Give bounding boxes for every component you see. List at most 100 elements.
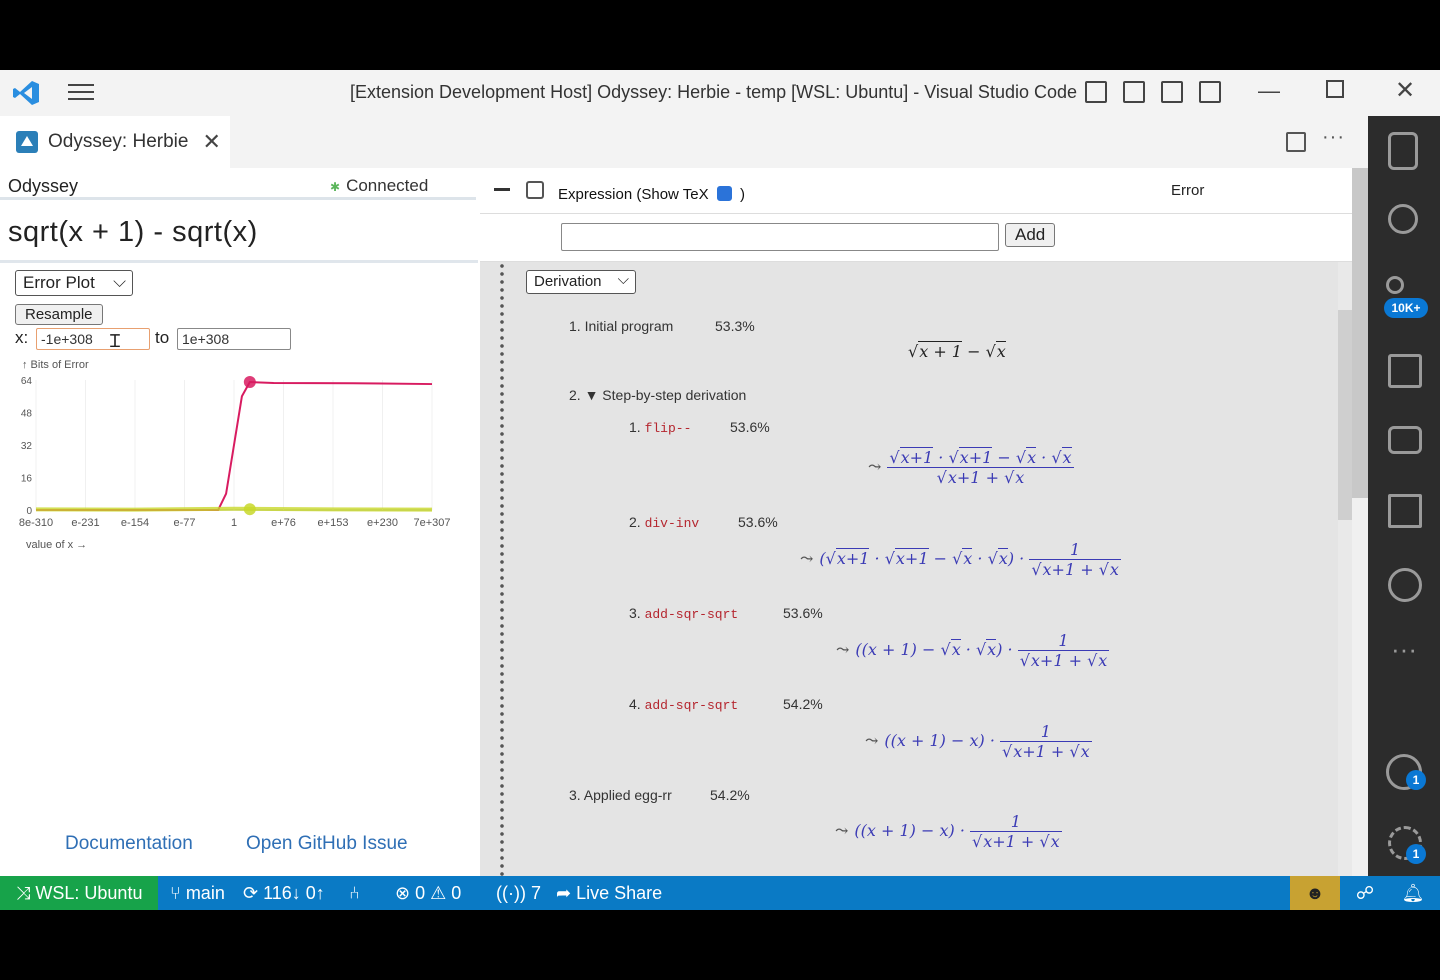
feedback-icon[interactable]: ☍ [1340,876,1390,910]
derivation-scrollbar-thumb[interactable] [1338,310,1352,520]
connection-status: ✱ Connected [330,176,428,196]
expression-title: sqrt(x + 1) - sqrt(x) [8,216,258,248]
expression-header: Expression (Show TeX ) [558,184,745,203]
right-panel-scrollbar[interactable] [1352,168,1368,876]
view-select[interactable]: Error Plot ⌵ [15,270,133,296]
problems-indicator[interactable]: ⊗ 0 ⚠ 0 [395,876,461,910]
live-share-indicator[interactable]: ➦ Live Share [556,876,662,910]
branch-indicator[interactable]: ⑂ main [170,876,225,910]
ports-count: 7 [530,883,541,903]
extensions-icon[interactable] [1388,494,1422,528]
error-icon: ⊗ [395,883,416,903]
collapse-icon[interactable] [494,188,510,191]
divider [0,260,478,263]
vscode-logo-icon [13,81,39,105]
new-expression-input[interactable] [561,223,999,251]
step-flip: 1. flip-- [629,419,691,436]
source-control-icon[interactable] [1386,276,1404,294]
remote-indicator[interactable]: ⤨ WSL: Ubuntu [0,876,158,910]
status-text: Connected [346,176,429,195]
x-tick-label: e-77 [173,517,195,529]
ports-indicator[interactable]: ((·)) 7 [496,876,541,910]
remote-explorer-icon[interactable] [1388,426,1422,454]
step-div-inv: 2. div-inv [629,514,699,531]
step-flip-error: 53.6% [730,419,770,435]
resample-button[interactable]: Resample [15,304,103,325]
documentation-link[interactable]: Documentation [65,833,193,855]
tab-label: Odyssey: Herbie [48,131,189,152]
error-plot: ↑ Bits of Error value of x → 64 48 32 16 08e… [19,359,451,551]
x-to-input[interactable]: 1e+308 [177,328,291,350]
toggle-secondary-sidebar-icon[interactable] [1161,81,1183,103]
live-share-view-icon[interactable] [1388,568,1422,602]
expression-table-header: Expression (Show TeX ) Error [480,168,1352,214]
step-add-sqr-sqrt-2-error: 54.2% [783,696,823,712]
remote-icon: ⤨ [16,883,36,903]
toggle-primary-sidebar-icon[interactable] [1085,81,1107,103]
accounts-badge: 1 [1406,770,1426,790]
live-share-icon: ➦ [556,883,577,903]
y-tick-label: 64 [21,376,33,387]
series-marker-0 [243,376,256,389]
derivation-scrollbar[interactable] [1338,262,1352,876]
branch-icon: ⑂ [170,883,186,903]
show-tex-checkbox[interactable] [716,186,732,201]
explorer-icon[interactable] [1388,132,1418,170]
formula-add-sqr-sqrt-2: ⤳ ((x + 1) − x) · 1 √x+1 + √x [865,722,1092,761]
to-label: to [155,328,170,347]
close-tab-icon[interactable]: ✕ [202,129,220,155]
activity-bar: 10K+ ··· 1 1 [1368,116,1440,876]
status-bar: ⤨ WSL: Ubuntu ⑂ main ⟳ 116↓ 0↑ ⑃ ⊗ 0 ⚠ 0… [0,876,1440,910]
formula-add-sqr-sqrt-1: ⤳ ((x + 1) − √x · √x) · 1 √x+1 + √x [836,631,1110,670]
x-label: x: [15,328,29,347]
rule-name: flip-- [644,421,692,436]
run-debug-icon[interactable] [1388,354,1422,388]
right-panel-scrollbar-thumb[interactable] [1352,168,1368,498]
notifications-bell-icon[interactable]: 🔔︎ [1388,876,1438,910]
y-tick-label: 0 [26,506,32,517]
window-title: [Extension Development Host] Odyssey: He… [350,82,1078,102]
step-add-sqr-sqrt-1-error: 53.6% [783,605,823,621]
x-from-input[interactable]: -1e+308 [36,328,150,350]
maximize-icon[interactable] [1326,80,1344,98]
step-number: 4. [629,696,641,712]
x-tick-label: 8e-310 [19,517,53,529]
warning-count: 0 [451,883,462,903]
step-add-sqr-sqrt-2: 4. add-sqr-sqrt [629,696,738,713]
branch-label: main [185,883,225,903]
minimize-icon[interactable]: — [1258,78,1280,104]
github-issue-link[interactable]: Open GitHub Issue [246,833,408,855]
vscode-window: [Extension Development Host] Odyssey: He… [0,70,1440,910]
resize-handle[interactable] [500,262,504,876]
step-div-inv-error: 53.6% [738,514,778,530]
tab-odyssey-herbie[interactable]: Odyssey: Herbie ✕ [0,116,230,168]
left-panel: Odyssey ✱ Connected sqrt(x + 1) - sqrt(x)… [0,168,478,876]
add-button[interactable]: Add [1005,223,1056,247]
sync-icon: ⟳ [243,883,264,903]
select-all-checkbox[interactable] [526,181,544,199]
formula-flip: ⤳ √x+1 · √x+1 − √x · √x √x+1 + √x [868,447,1074,487]
derivation-select[interactable]: Derivation ⌵ [526,270,636,294]
derivation-panel: Derivation ⌵ 1. Initial program 53.3% √x… [480,262,1338,876]
search-icon[interactable] [1388,204,1418,234]
menu-icon[interactable] [68,84,94,102]
close-window-icon[interactable]: ✕ [1395,76,1415,105]
toggle-panel-icon[interactable] [1123,81,1145,103]
sync-indicator[interactable]: ⟳ 116↓ 0↑ [243,876,325,910]
step-applied-egg-rr: 3. Applied egg-rr [569,787,672,803]
git-graph-icon[interactable]: ⑃ [349,876,360,910]
customize-layout-icon[interactable] [1199,81,1221,103]
view-select-value: Error Plot [23,273,95,292]
step-applied-egg-rr-error: 54.2% [710,787,750,803]
title-bar: [Extension Development Host] Odyssey: He… [0,70,1440,116]
copilot-icon[interactable]: ☻ [1290,876,1340,910]
series-marker-1 [243,503,256,516]
x-tick-label: 1 [231,517,237,529]
split-editor-icon[interactable] [1286,132,1306,152]
more-views-icon[interactable]: ··· [1384,634,1424,674]
step-by-step-toggle[interactable]: 2. ▼ Step-by-step derivation [569,387,746,403]
live-share-label: Live Share [576,883,663,903]
error-header: Error [1171,182,1205,199]
x-tick-label: e+153 [318,517,349,529]
more-actions-icon[interactable]: ··· [1322,126,1345,149]
